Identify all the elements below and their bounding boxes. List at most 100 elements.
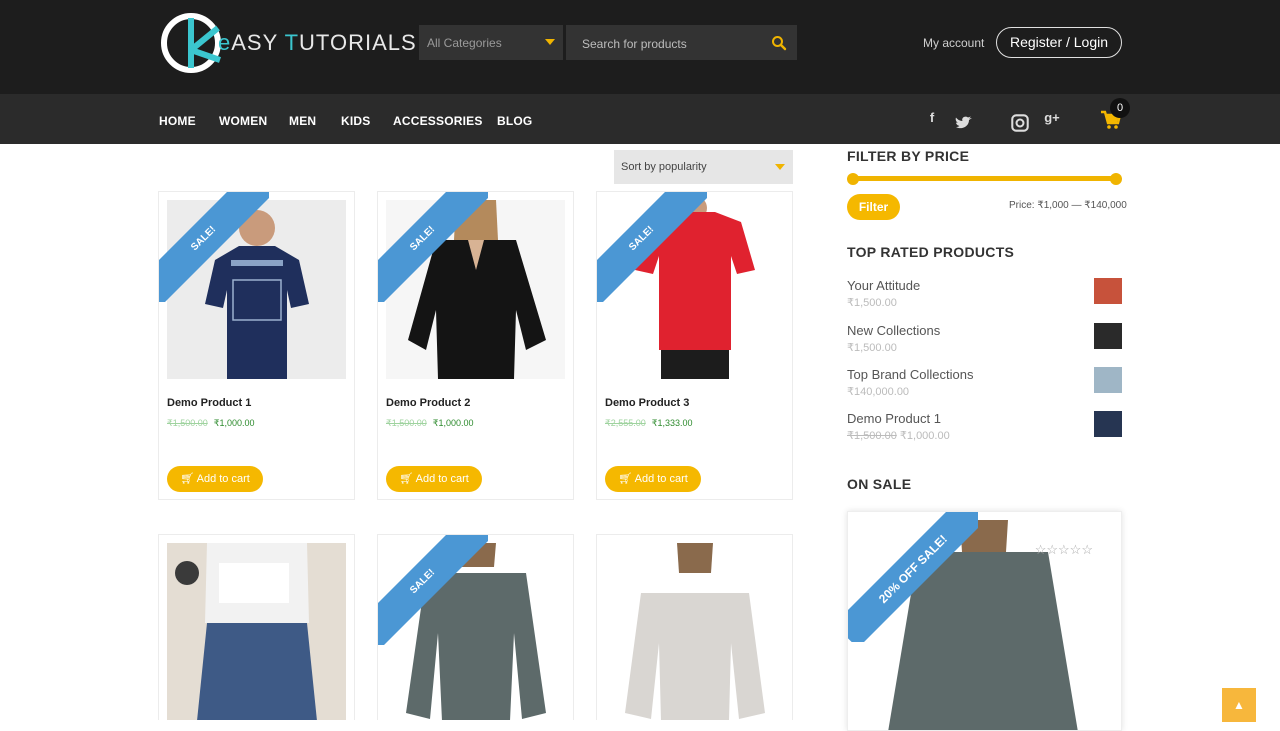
facebook-icon[interactable]: f [923, 110, 941, 128]
top-rated-title: TOP RATED PRODUCTS [847, 244, 1015, 260]
nav-men[interactable]: MEN [289, 114, 316, 128]
rating-stars: ☆☆☆☆☆ [1034, 542, 1093, 557]
price-slider-max-handle[interactable] [1110, 173, 1122, 185]
product-name[interactable]: Demo Product 1 [167, 397, 251, 409]
top-rated-item[interactable]: New Collections ₹1,500.00 [847, 323, 1122, 359]
logo-accent: T [284, 30, 300, 55]
add-to-cart-button[interactable]: 🛒︎ Add to cart [605, 466, 701, 492]
product-card[interactable] [596, 534, 793, 720]
product-price: ₹1,500.00 ₹1,000.00 [167, 418, 255, 429]
casual-woman-image [167, 543, 346, 720]
top-rated-name[interactable]: New Collections [847, 323, 940, 338]
product-image[interactable] [605, 543, 784, 720]
top-rated-name[interactable]: Demo Product 1 [847, 411, 941, 426]
cart-icon: 🛒︎ [618, 473, 635, 485]
add-to-cart-label: Add to cart [634, 473, 688, 485]
product-price: ₹1,500.00 ₹1,000.00 [386, 418, 474, 429]
sort-select[interactable]: Sort by popularity [614, 150, 793, 184]
cart-icon: 🛒︎ [180, 473, 197, 485]
filter-by-price-title: FILTER BY PRICE [847, 148, 970, 164]
old-price: ₹1,500.00 [386, 418, 427, 428]
old-price: ₹2,555.00 [605, 418, 646, 428]
sale-ribbon: SALE! [159, 192, 269, 302]
old-price: ₹1,500.00 [167, 418, 208, 428]
top-rated-item[interactable]: Top Brand Collections ₹140,000.00 [847, 367, 1122, 403]
top-rated-item[interactable]: Demo Product 1 ₹1,500.00 ₹1,000.00 [847, 411, 1122, 447]
search-icon[interactable] [771, 35, 787, 51]
product-card[interactable] [158, 534, 355, 720]
product-image[interactable] [167, 543, 346, 720]
twitter-icon[interactable] [955, 114, 973, 132]
sale-price: ₹1,000.00 [432, 418, 474, 428]
register-login-button[interactable]: Register / Login [996, 27, 1122, 58]
top-rated-name[interactable]: Your Attitude [847, 278, 920, 293]
sale-price: ₹1,333.00 [651, 418, 693, 428]
category-select[interactable]: All Categories [419, 25, 563, 60]
price-slider-track[interactable] [852, 176, 1116, 181]
chevron-down-icon [545, 39, 555, 45]
nav-blog[interactable]: BLOG [497, 114, 532, 128]
sale-ribbon-label: SALE! [378, 192, 488, 302]
product-price: ₹2,555.00 ₹1,333.00 [605, 418, 693, 429]
top-rated-price: ₹1,500.00 [847, 297, 897, 309]
top-header: eASY TUTORIALS All Categories Search for… [0, 0, 1280, 94]
sale-price: ₹1,000.00 [899, 430, 950, 442]
nav-home[interactable]: HOME [159, 114, 196, 128]
product-name[interactable]: Demo Product 2 [386, 397, 470, 409]
on-sale-title: ON SALE [847, 476, 912, 492]
scroll-to-top-button[interactable]: ▲ [1222, 688, 1256, 722]
chevron-down-icon [775, 164, 785, 170]
sale-ribbon-label: SALE! [597, 192, 707, 302]
sale-ribbon: SALE! [597, 192, 707, 302]
light-sweater-image [605, 543, 784, 720]
nav-accessories[interactable]: ACCESSORIES [393, 114, 483, 128]
product-card[interactable]: SALE! [377, 534, 574, 720]
product-card[interactable]: SALE! Demo Product 2 ₹1,500.00 ₹1,000.00 … [377, 191, 574, 500]
sale-ribbon: 20% OFF SALE! [848, 512, 978, 642]
top-rated-price: ₹1,500.00 ₹1,000.00 [847, 429, 950, 442]
nav-kids[interactable]: KIDS [341, 114, 370, 128]
top-rated-name[interactable]: Top Brand Collections [847, 367, 973, 382]
my-account-link[interactable]: My account [923, 36, 984, 50]
instagram-icon[interactable] [1011, 114, 1029, 132]
logo-text: eASY TUTORIALS [218, 30, 417, 56]
logo-prefix: e [218, 30, 232, 55]
product-thumbnail[interactable] [1094, 323, 1122, 349]
logo-rest: UTORIALS [299, 30, 417, 55]
product-card[interactable]: SALE! Demo Product 3 ₹2,555.00 ₹1,333.00 … [596, 191, 793, 500]
add-to-cart-button[interactable]: 🛒︎ Add to cart [386, 466, 482, 492]
add-to-cart-button[interactable]: 🛒︎ Add to cart [167, 466, 263, 492]
top-rated-item[interactable]: Your Attitude ₹1,500.00 [847, 278, 1122, 314]
main-nav: HOME WOMEN MEN KIDS ACCESSORIES BLOG f g… [0, 94, 1280, 144]
product-thumbnail[interactable] [1094, 278, 1122, 304]
price-range-label: Price: ₹1,000 — ₹140,000 [1009, 200, 1127, 211]
on-sale-product-card[interactable]: 20% OFF SALE! ☆☆☆☆☆ [847, 511, 1122, 731]
chevron-up-icon: ▲ [1233, 698, 1245, 712]
sale-ribbon-label: SALE! [378, 535, 488, 645]
top-rated-price: ₹140,000.00 [847, 386, 910, 398]
search-placeholder: Search for products [582, 37, 687, 51]
sale-price: ₹1,000.00 [213, 418, 255, 428]
product-thumbnail[interactable] [1094, 367, 1122, 393]
add-to-cart-label: Add to cart [415, 473, 469, 485]
product-name[interactable]: Demo Product 3 [605, 397, 689, 409]
top-rated-price: ₹1,500.00 [847, 342, 897, 354]
cart-icon: 🛒︎ [399, 473, 416, 485]
product-thumbnail[interactable] [1094, 411, 1122, 437]
sale-ribbon: SALE! [378, 535, 488, 645]
cart-count-badge: 0 [1110, 98, 1130, 118]
sort-select-label: Sort by popularity [621, 161, 707, 173]
search-input[interactable]: Search for products [566, 25, 797, 60]
product-card[interactable]: SALE! Demo Product 1 ₹1,500.00 ₹1,000.00 … [158, 191, 355, 500]
add-to-cart-label: Add to cart [196, 473, 250, 485]
logo-word: ASY [231, 30, 285, 55]
sale-ribbon-label: SALE! [159, 192, 269, 302]
nav-women[interactable]: WOMEN [219, 114, 267, 128]
old-price: ₹1,500.00 [847, 430, 897, 442]
category-select-label: All Categories [427, 36, 502, 50]
filter-button[interactable]: Filter [847, 194, 900, 220]
sale-ribbon-label: 20% OFF SALE! [848, 512, 978, 642]
price-slider-min-handle[interactable] [847, 173, 859, 185]
sale-ribbon: SALE! [378, 192, 488, 302]
google-plus-icon[interactable]: g+ [1043, 110, 1061, 128]
